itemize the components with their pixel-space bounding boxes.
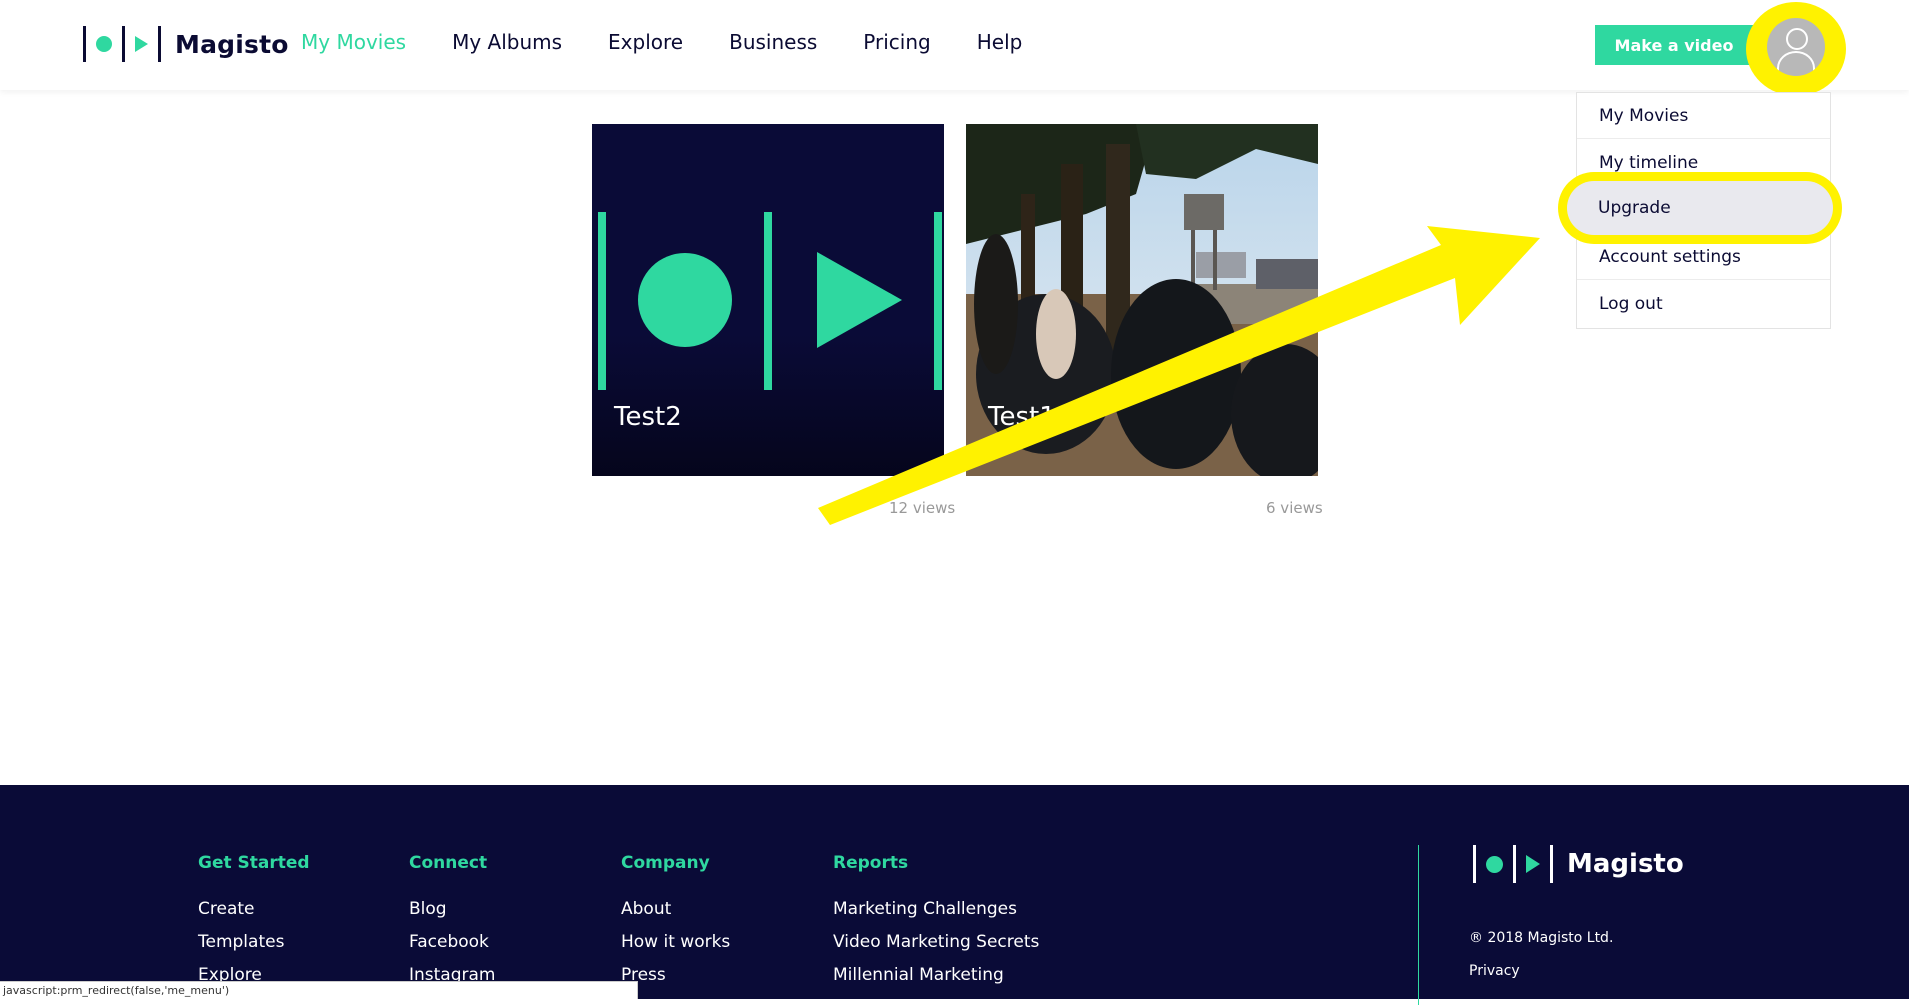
footer-link-templates[interactable]: Templates [198,932,310,965]
logo-dot-icon [1486,855,1503,873]
footer-logo[interactable]: Magisto [1467,843,1684,885]
browser-status-bar: javascript:prm_redirect(false,'me_menu') [0,981,638,999]
footer-link-blog[interactable]: Blog [409,899,496,932]
footer-link-facebook[interactable]: Facebook [409,932,496,965]
footer-link-privacy[interactable]: Privacy [1469,963,1520,979]
site-footer: Get Started Create Templates Explore Con… [0,785,1909,1005]
logo-wordmark: Magisto [1567,849,1684,879]
footer-link-marketing-challenges[interactable]: Marketing Challenges [833,899,1039,932]
footer-column-get-started: Get Started Create Templates Explore [198,853,310,998]
footer-column-company: Company About How it works Press [621,853,730,998]
footer-divider [1418,845,1419,1005]
logo-bar [1513,845,1516,883]
footer-heading: Get Started [198,853,310,873]
footer-copyright: ® 2018 Magisto Ltd. [1469,930,1614,946]
footer-heading: Connect [409,853,488,873]
footer-column-reports: Reports Marketing Challenges Video Marke… [833,853,1039,998]
footer-column-connect: Connect Blog Facebook Instagram [409,853,496,998]
logo-play-icon [1526,855,1540,873]
footer-link-about[interactable]: About [621,899,730,932]
footer-link-millennial-marketing[interactable]: Millennial Marketing [833,965,1039,998]
footer-link-how-it-works[interactable]: How it works [621,932,730,965]
footer-link-create[interactable]: Create [198,899,310,932]
logo-bar [1473,845,1476,883]
logo-bar [1550,845,1553,883]
footer-heading: Reports [833,853,909,873]
footer-link-video-marketing-secrets[interactable]: Video Marketing Secrets [833,932,1039,965]
footer-heading: Company [621,853,710,873]
